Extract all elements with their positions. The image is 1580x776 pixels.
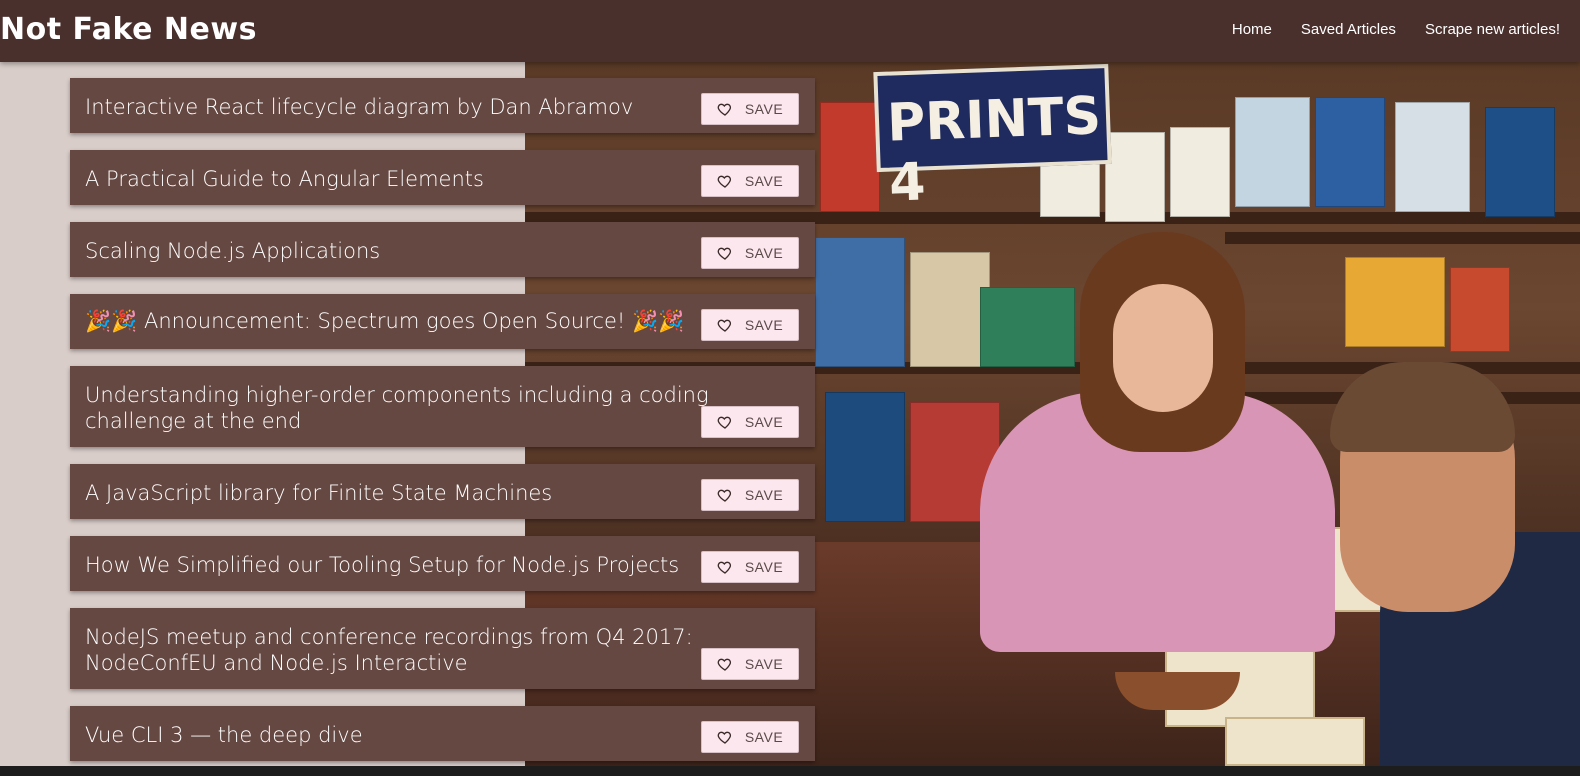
magazine <box>820 102 880 212</box>
save-label: SAVE <box>744 729 784 745</box>
magazine <box>910 252 990 367</box>
article-card: A Practical Guide to Angular Elements SA… <box>70 150 815 205</box>
window-bottom-edge <box>0 766 1580 776</box>
article-card: How We Simplified our Tooling Setup for … <box>70 536 815 591</box>
save-button[interactable]: SAVE <box>701 165 799 197</box>
save-button[interactable]: SAVE <box>701 648 799 680</box>
save-label: SAVE <box>744 245 784 261</box>
article-card: Understanding higher-order components in… <box>70 366 815 447</box>
save-button[interactable]: SAVE <box>701 309 799 341</box>
article-card: Vue CLI 3 — the deep dive SAVE <box>70 706 815 761</box>
article-card: Scaling Node.js Applications SAVE <box>70 222 815 277</box>
heart-icon <box>717 731 731 744</box>
nav-saved-articles-link[interactable]: Saved Articles <box>1301 21 1396 38</box>
heart-icon <box>717 658 731 671</box>
heart-icon <box>717 103 731 116</box>
article-list: Interactive React lifecycle diagram by D… <box>70 78 815 776</box>
article-card: A JavaScript library for Finite State Ma… <box>70 464 815 519</box>
magazine <box>825 392 905 522</box>
prints-sign: PRINTS 4 <box>873 63 1112 214</box>
magazine <box>1105 132 1165 222</box>
cigar-box <box>1225 717 1365 766</box>
shelf <box>1225 232 1580 244</box>
magazine <box>1170 127 1230 217</box>
save-label: SAVE <box>744 656 784 672</box>
wooden-bowl <box>1115 672 1240 710</box>
man-hair <box>1330 362 1515 452</box>
magazine <box>815 237 905 367</box>
navbar: Not Fake News Home Saved Articles Scrape… <box>0 0 1580 62</box>
magazine <box>1235 97 1310 207</box>
sign-text: PRINTS 4 <box>886 86 1103 214</box>
article-card: Interactive React lifecycle diagram by D… <box>70 78 815 133</box>
save-button[interactable]: SAVE <box>701 479 799 511</box>
heart-icon <box>717 319 731 332</box>
save-label: SAVE <box>744 173 784 189</box>
article-card: NodeJS meetup and conference recordings … <box>70 608 815 689</box>
magazine <box>1345 257 1445 347</box>
save-label: SAVE <box>744 559 784 575</box>
save-button[interactable]: SAVE <box>701 406 799 438</box>
heart-icon <box>717 175 731 188</box>
save-label: SAVE <box>744 414 784 430</box>
magazine <box>1485 107 1555 217</box>
save-label: SAVE <box>744 101 784 117</box>
heart-icon <box>717 489 731 502</box>
save-button[interactable]: SAVE <box>701 93 799 125</box>
nav-home-link[interactable]: Home <box>1232 21 1272 38</box>
heart-icon <box>717 247 731 260</box>
save-button[interactable]: SAVE <box>701 237 799 269</box>
heart-icon <box>717 561 731 574</box>
save-button[interactable]: SAVE <box>701 551 799 583</box>
magazine <box>980 287 1075 367</box>
article-card: 🎉🎉 Announcement: Spectrum goes Open Sour… <box>70 294 815 349</box>
save-button[interactable]: SAVE <box>701 721 799 753</box>
nav-links: Home Saved Articles Scrape new articles! <box>1232 21 1560 38</box>
magazine <box>1395 102 1470 212</box>
woman-face <box>1113 284 1213 412</box>
heart-icon <box>717 416 731 429</box>
magazine <box>1315 97 1385 207</box>
brand-logo-link[interactable]: Not Fake News <box>0 12 257 47</box>
save-label: SAVE <box>744 317 784 333</box>
save-label: SAVE <box>744 487 784 503</box>
nav-scrape-articles-link[interactable]: Scrape new articles! <box>1425 21 1560 38</box>
magazine <box>1450 267 1510 352</box>
